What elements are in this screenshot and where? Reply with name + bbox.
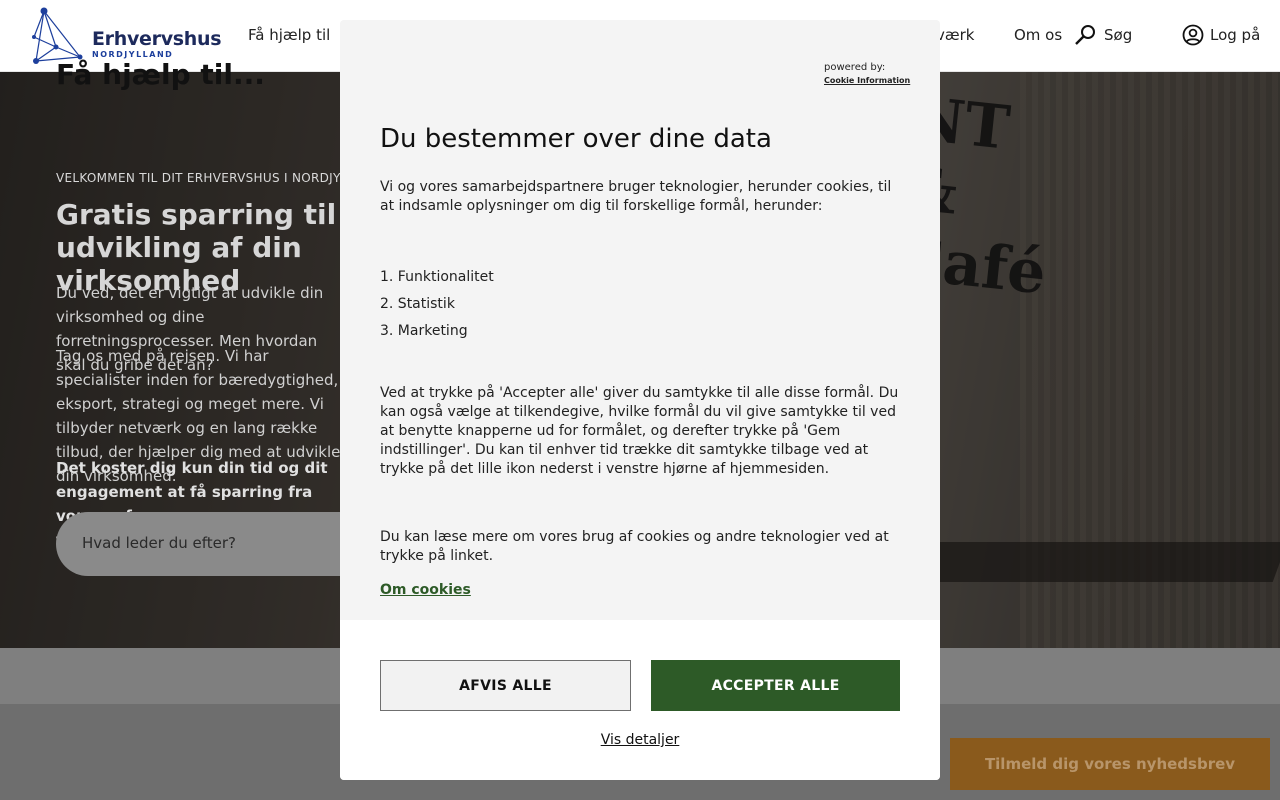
nav-login[interactable]: Log på xyxy=(1182,24,1260,46)
logo-name: Erhvervshus xyxy=(92,28,222,50)
nav-search-label: Søg xyxy=(1104,26,1133,44)
hero-kicker: VELKOMMEN TIL DIT ERHVERVSHUS I NORDJYLL… xyxy=(56,171,383,185)
nav-login-label: Log på xyxy=(1210,26,1261,44)
purpose-item: 2. Statistik xyxy=(380,296,455,312)
site-logo[interactable]: Erhvervshus NORDJYLLAND xyxy=(30,6,222,66)
about-cookies-link[interactable]: Om cookies xyxy=(380,582,471,598)
nav-get-help[interactable]: Få hjælp til xyxy=(248,26,330,44)
show-details-link[interactable]: Vis detaljer xyxy=(601,732,680,748)
search-icon xyxy=(1075,25,1095,45)
purpose-item: 3. Marketing xyxy=(380,323,468,339)
hero-search-placeholder: Hvad leder du efter? xyxy=(82,534,236,552)
nav-network[interactable]: værk xyxy=(936,26,974,44)
purpose-item: 1. Funktionalitet xyxy=(380,269,494,285)
powered-by: powered by: Cookie Information xyxy=(824,62,910,87)
cookie-consent-dialog: powered by: Cookie Information Du bestem… xyxy=(340,20,940,780)
help-section-title: Få hjælp til... xyxy=(56,58,265,91)
dialog-footer: AFVIS ALLE ACCEPTER ALLE Vis detaljer xyxy=(340,620,940,780)
network-logo-icon xyxy=(32,7,83,64)
show-details-link-row: Vis detaljer xyxy=(340,732,940,748)
hero-search-input[interactable]: Hvad leder du efter? xyxy=(56,512,376,576)
purpose-list: 1. Funktionalitet 2. Statistik 3. Market… xyxy=(380,264,494,345)
dialog-consent-text: Ved at trykke på 'Accepter alle' giver d… xyxy=(380,385,899,477)
dialog-more-text: Du kan læse mere om vores brug af cookie… xyxy=(380,529,889,564)
logo-text: Erhvervshus NORDJYLLAND xyxy=(92,28,222,60)
dialog-title: Du bestemmer over dine data xyxy=(380,124,772,154)
accept-all-button[interactable]: ACCEPTER ALLE xyxy=(651,660,900,711)
nav-about[interactable]: Om os xyxy=(1014,26,1062,44)
powered-by-label: powered by: xyxy=(824,62,886,73)
nav-search[interactable]: Søg xyxy=(1074,24,1132,46)
user-circle-icon xyxy=(1182,24,1204,46)
reject-all-button[interactable]: AFVIS ALLE xyxy=(380,660,631,711)
dialog-intro-text: Vi og vores samarbejdspartnere bruger te… xyxy=(380,179,892,214)
cookie-information-link[interactable]: Cookie Information xyxy=(824,75,910,87)
newsletter-button[interactable]: Tilmeld dig vores nyhedsbrev xyxy=(950,738,1270,790)
